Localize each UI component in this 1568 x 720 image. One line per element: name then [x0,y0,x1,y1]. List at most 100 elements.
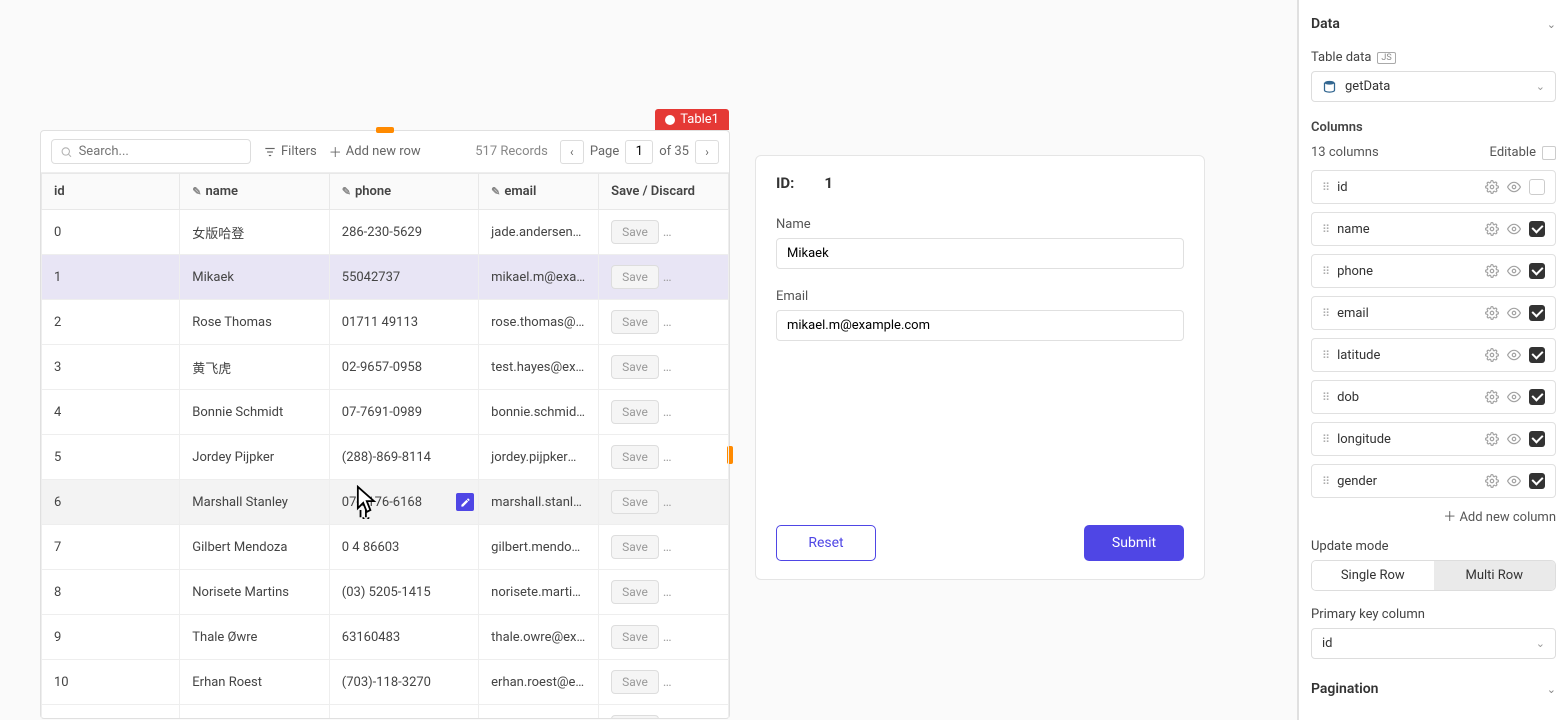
cell-phone[interactable]: (03) 5205-1415 [329,570,478,615]
cell-email[interactable]: thale.owre@exam [479,615,599,660]
table-row[interactable]: 11Analide Costa(98) 3802-4862analide.cos… [42,705,729,719]
cell-email[interactable]: jordey.pijpker@ex [479,435,599,480]
drag-handle-icon[interactable]: ⠿ [1322,181,1329,194]
primary-key-select[interactable]: id ⌄ [1311,628,1556,659]
editable-all-checkbox[interactable] [1542,146,1556,160]
page-input[interactable] [625,140,653,164]
cell-id[interactable]: 7 [42,525,180,570]
table-row[interactable]: 3黄飞虎02-9657-0958test.hayes@examSaveDisca… [42,345,729,390]
reset-button[interactable]: Reset [776,525,876,561]
discard-row-button[interactable]: Discard [663,716,724,718]
eye-icon[interactable] [1507,180,1521,194]
cell-phone[interactable]: 02-9657-0958 [329,345,478,390]
cell-name[interactable]: Rose Thomas [180,300,329,345]
cell-phone[interactable]: 01711 49113 [329,300,478,345]
column-config-item[interactable]: ⠿latitude [1311,338,1556,372]
cell-name[interactable]: Mikaek [180,255,329,300]
cell-email[interactable]: marshall.stanley@ [479,480,599,525]
cell-name[interactable]: Jordey Pijpker [180,435,329,480]
drag-handle-icon[interactable]: ⠿ [1322,475,1329,488]
cell-id[interactable]: 9 [42,615,180,660]
save-row-button[interactable]: Save [611,310,659,334]
cell-name[interactable]: Norisete Martins [180,570,329,615]
save-row-button[interactable]: Save [611,220,659,244]
cell-email[interactable]: norisete.martins@ [479,570,599,615]
column-config-item[interactable]: ⠿id [1311,170,1556,204]
add-column-button[interactable]: ＋ Add new column [1311,506,1556,525]
eye-icon[interactable] [1507,474,1521,488]
cell-email[interactable]: test.hayes@exam [479,345,599,390]
column-editable-checkbox[interactable] [1529,263,1545,279]
save-row-button[interactable]: Save [611,400,659,424]
cell-name[interactable]: Thale Øwre [180,615,329,660]
eye-icon[interactable] [1507,348,1521,362]
cell-id[interactable]: 10 [42,660,180,705]
column-editable-checkbox[interactable] [1529,389,1545,405]
name-input[interactable] [776,238,1184,269]
gear-icon[interactable] [1485,264,1499,278]
gear-icon[interactable] [1485,390,1499,404]
cell-phone[interactable]: 07-7691-0989 [329,390,478,435]
resize-handle-top[interactable] [376,127,394,133]
save-row-button[interactable]: Save [611,265,659,289]
drag-handle-icon[interactable]: ⠿ [1322,265,1329,278]
eye-icon[interactable] [1507,264,1521,278]
gear-icon[interactable] [1485,474,1499,488]
save-row-button[interactable]: Save [611,670,659,694]
cell-phone[interactable]: 07-5176-6168 [329,480,478,525]
filters-button[interactable]: Filters [263,144,317,159]
cell-id[interactable]: 0 [42,210,180,255]
pagination-section-header[interactable]: Pagination ⌄ [1311,677,1556,701]
drag-handle-icon[interactable]: ⠿ [1322,349,1329,362]
cell-id[interactable]: 1 [42,255,180,300]
cell-phone[interactable]: 286-230-5629 [329,210,478,255]
cell-id[interactable]: 6 [42,480,180,525]
cell-id[interactable]: 2 [42,300,180,345]
header-email[interactable]: ✎email [479,174,599,210]
save-row-button[interactable]: Save [611,490,659,514]
table-data-select[interactable]: getData ⌄ [1311,71,1556,102]
save-row-button[interactable]: Save [611,580,659,604]
cell-name[interactable]: Analide Costa [180,705,329,719]
header-name[interactable]: ✎name [180,174,329,210]
cell-id[interactable]: 8 [42,570,180,615]
column-config-item[interactable]: ⠿name [1311,212,1556,246]
cell-name[interactable]: Marshall Stanley [180,480,329,525]
cell-name[interactable]: Bonnie Schmidt [180,390,329,435]
column-config-item[interactable]: ⠿gender [1311,464,1556,498]
column-config-item[interactable]: ⠿dob [1311,380,1556,414]
header-phone[interactable]: ✎phone [329,174,478,210]
save-row-button[interactable]: Save [611,715,659,718]
email-input[interactable] [776,310,1184,341]
cell-email[interactable]: rose.thomas@exa [479,300,599,345]
prev-page-button[interactable]: ‹ [560,140,584,164]
eye-icon[interactable] [1507,306,1521,320]
cell-email[interactable]: erhan.roest@exam [479,660,599,705]
header-id[interactable]: id [42,174,180,210]
data-section-header[interactable]: Data ⌄ [1311,12,1556,36]
cell-email[interactable]: jade.andersen@ex [479,210,599,255]
gear-icon[interactable] [1485,180,1499,194]
column-editable-checkbox[interactable] [1529,347,1545,363]
cell-name[interactable]: 黄飞虎 [180,345,329,390]
save-row-button[interactable]: Save [611,625,659,649]
gear-icon[interactable] [1485,222,1499,236]
cell-phone[interactable]: 55042737 [329,255,478,300]
table-row[interactable]: 4Bonnie Schmidt07-7691-0989bonnie.schmid… [42,390,729,435]
table-row[interactable]: 8Norisete Martins(03) 5205-1415norisete.… [42,570,729,615]
cell-id[interactable]: 3 [42,345,180,390]
drag-handle-icon[interactable]: ⠿ [1322,223,1329,236]
update-mode-multi[interactable]: Multi Row [1434,561,1556,590]
column-editable-checkbox[interactable] [1529,431,1545,447]
cell-phone[interactable]: 0 4 86603 [329,525,478,570]
eye-icon[interactable] [1507,222,1521,236]
column-editable-checkbox[interactable] [1529,305,1545,321]
save-row-button[interactable]: Save [611,445,659,469]
gear-icon[interactable] [1485,348,1499,362]
table-row[interactable]: 5Jordey Pijpker(288)-869-8114jordey.pijp… [42,435,729,480]
drag-handle-icon[interactable]: ⠿ [1322,307,1329,320]
cell-email[interactable]: analide.costa@ex [479,705,599,719]
column-editable-checkbox[interactable] [1529,179,1545,195]
table-row[interactable]: 9Thale Øwre63160483thale.owre@examSaveDi… [42,615,729,660]
cell-phone[interactable]: 63160483 [329,615,478,660]
